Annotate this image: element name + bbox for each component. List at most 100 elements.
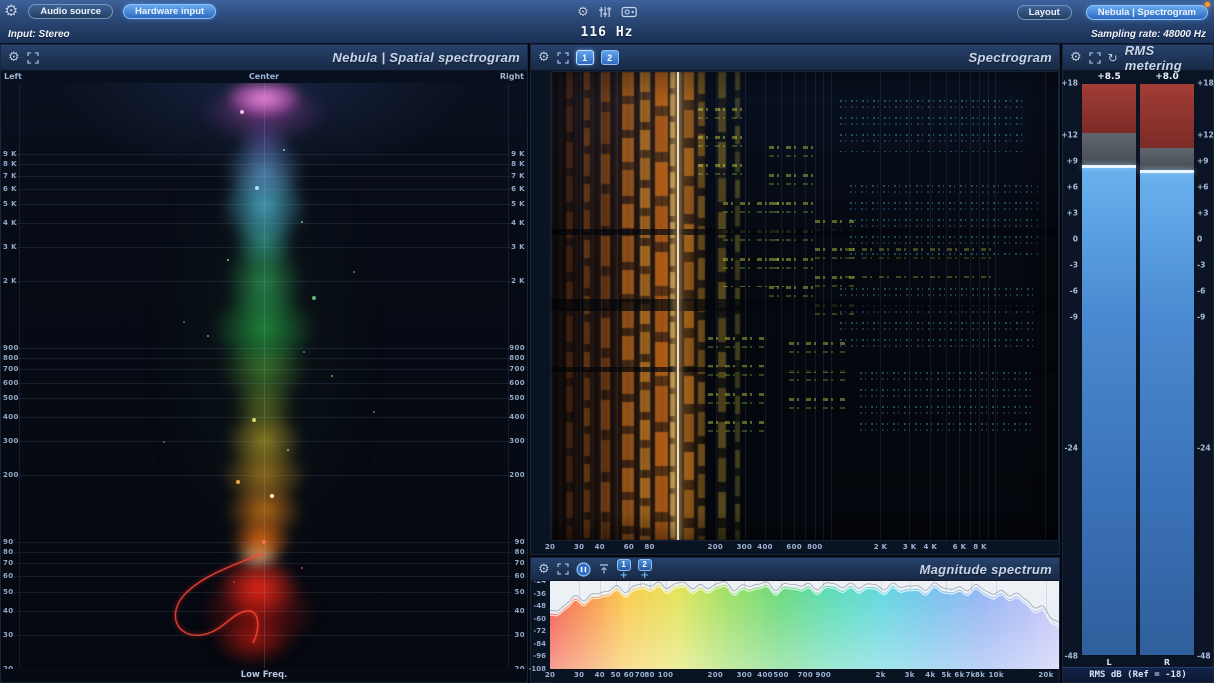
db-scale-label: +9 [1197,156,1209,166]
toolbar-center-group: ⚙ 116 Hz [577,2,637,40]
rms-value-right: +8.0 [1155,72,1179,82]
spatial-fullscreen-icon[interactable] [27,51,39,64]
magnitude-add-2-icon[interactable]: + [640,570,648,580]
freq-gridline [1044,72,1046,540]
magnitude-spectrum-plot[interactable] [550,581,1059,669]
low-freq-label: Low Freq. [240,670,288,680]
freq-tick-label: 400 [509,412,525,421]
magnitude-fullscreen-icon[interactable] [557,563,569,575]
freq-gridline [929,72,931,540]
freq-tick-label: 20 [514,665,525,669]
right-axis-line [508,83,509,669]
freq-tick-label: 8k [975,671,986,679]
layout-preset-button[interactable]: Nebula | Spectrogram [1085,5,1208,20]
freq-gridline [616,72,618,540]
layout-button[interactable]: Layout [1016,5,1072,20]
magnitude-add-1-icon[interactable]: + [619,570,627,580]
sliders-icon[interactable] [598,6,612,18]
freq-tick-label: 900 [509,344,525,353]
settings-gear-icon[interactable]: ⚙ [4,3,18,19]
db-scale-label: +3 [1197,208,1209,218]
rms-meter-right[interactable] [1139,83,1195,656]
magnitude-settings-gear-icon[interactable]: ⚙ [538,563,550,576]
rms-value-readouts: +8.5 +8.0 [1063,72,1213,83]
spectrogram-plot[interactable] [550,71,1059,541]
freq-tick-label: 500 [773,671,789,679]
spatial-panel-header: ⚙ Nebula | Spatial spectrogram [1,45,527,71]
freq-gridline [880,72,882,540]
magnitude-view-2-button[interactable]: 2 [637,558,652,571]
fit-to-top-icon[interactable] [598,563,610,575]
rms-fullscreen-icon[interactable] [1089,51,1101,64]
spatial-spectrogram-plot[interactable]: 9 K9 K8 K8 K7 K7 K6 K6 K5 K5 K4 K4 K3 K3… [1,83,527,669]
rms-metering-panel: ⚙ ↻ RMS metering +8.5 +8.0 +18 +12 +9 +6 +3 0… [1061,43,1214,683]
freq-gridline [658,72,660,540]
freq-tick-label: 20 [544,543,556,551]
freq-tick-label: 8 K [3,160,17,169]
freq-tick-label: 50 [514,587,525,596]
freq-tick-label: 400 [757,543,773,551]
io-monitor-icon[interactable] [621,6,637,18]
display-settings-gear-icon[interactable]: ⚙ [577,6,589,19]
db-tick-label: -84 [533,639,546,648]
meter-value-line [1082,165,1136,169]
freq-tick-label: 8 K [511,160,525,169]
freq-tick-label: 800 [509,354,525,363]
spectrogram-fullscreen-icon[interactable] [557,51,569,64]
freq-gridline [715,72,717,540]
rms-settings-gear-icon[interactable]: ⚙ [1070,51,1082,64]
freq-tick-label: 60 [623,543,635,551]
spatial-spectrogram-panel: ⚙ Nebula | Spatial spectrogram Left Cent… [0,44,528,683]
freq-gridline [17,281,511,283]
freq-tick-label: 70 [514,559,525,568]
freq-tick-label: 9 K [3,150,17,159]
freq-tick-label: 600 [509,378,525,387]
freq-tick-label: 500 [509,393,525,402]
freq-tick-label: 6 K [3,184,17,193]
freq-tick-label: 60 [3,572,14,581]
meter-level-fill [1140,170,1194,655]
meter-over-zone [1082,84,1136,134]
db-scale-label: -9 [1069,312,1078,322]
freq-gridline [987,72,989,540]
rms-meter-left[interactable] [1081,83,1137,656]
hardware-input-button[interactable]: Hardware input [123,3,217,19]
spectrogram-settings-gear-icon[interactable]: ⚙ [538,51,550,64]
spatial-settings-gear-icon[interactable]: ⚙ [8,51,20,64]
freq-tick-label: 80 [3,548,14,557]
freq-tick-label: 900 [3,344,19,353]
db-tick-label: -48 [533,602,546,611]
freq-tick-label: 400 [757,671,773,679]
db-scale-label: -24 [1064,443,1078,453]
freq-tick-label: 6k [954,671,965,679]
freq-gridline [909,72,911,540]
left-channel-label: L [1106,658,1112,667]
spectrogram-view-2-button[interactable]: 2 [600,50,619,65]
spectrogram-view-1-button[interactable]: 1 [575,50,594,65]
audio-source-button[interactable]: Audio source [28,3,114,19]
db-scale-label: +3 [1066,208,1078,218]
rms-reset-icon[interactable]: ↻ [1108,52,1118,64]
freq-tick-label: 400 [3,412,19,421]
db-tick-label: -60 [533,614,546,623]
freq-tick-label: 90 [514,538,525,547]
db-scale-label: -9 [1197,312,1206,322]
db-scale-label: -6 [1069,286,1078,296]
magnitude-spectrum-chart [550,581,1059,669]
analyzer-window: ⚙ Audio source Hardware input ⚙ 116 Hz L… [0,0,1214,683]
top-toolbar: ⚙ Audio source Hardware input ⚙ 116 Hz L… [0,0,1214,44]
freq-tick-label: 700 [3,365,19,374]
pause-button[interactable] [576,561,591,577]
freq-gridline [17,222,511,224]
freq-tick-label: 2k [875,671,886,679]
db-tick-label: -108 [528,665,546,673]
freq-tick-label: 4 K [511,218,525,227]
db-tick-label: -36 [533,589,546,598]
freq-gridline [17,610,511,612]
freq-tick-label: 30 [573,671,585,679]
center-axis-line [264,83,265,669]
freq-tick-label: 800 [807,543,823,551]
magnitude-view-1-button[interactable]: 1 [616,558,631,571]
db-tick-label: -72 [533,627,546,636]
freq-tick-label: 600 [786,543,802,551]
